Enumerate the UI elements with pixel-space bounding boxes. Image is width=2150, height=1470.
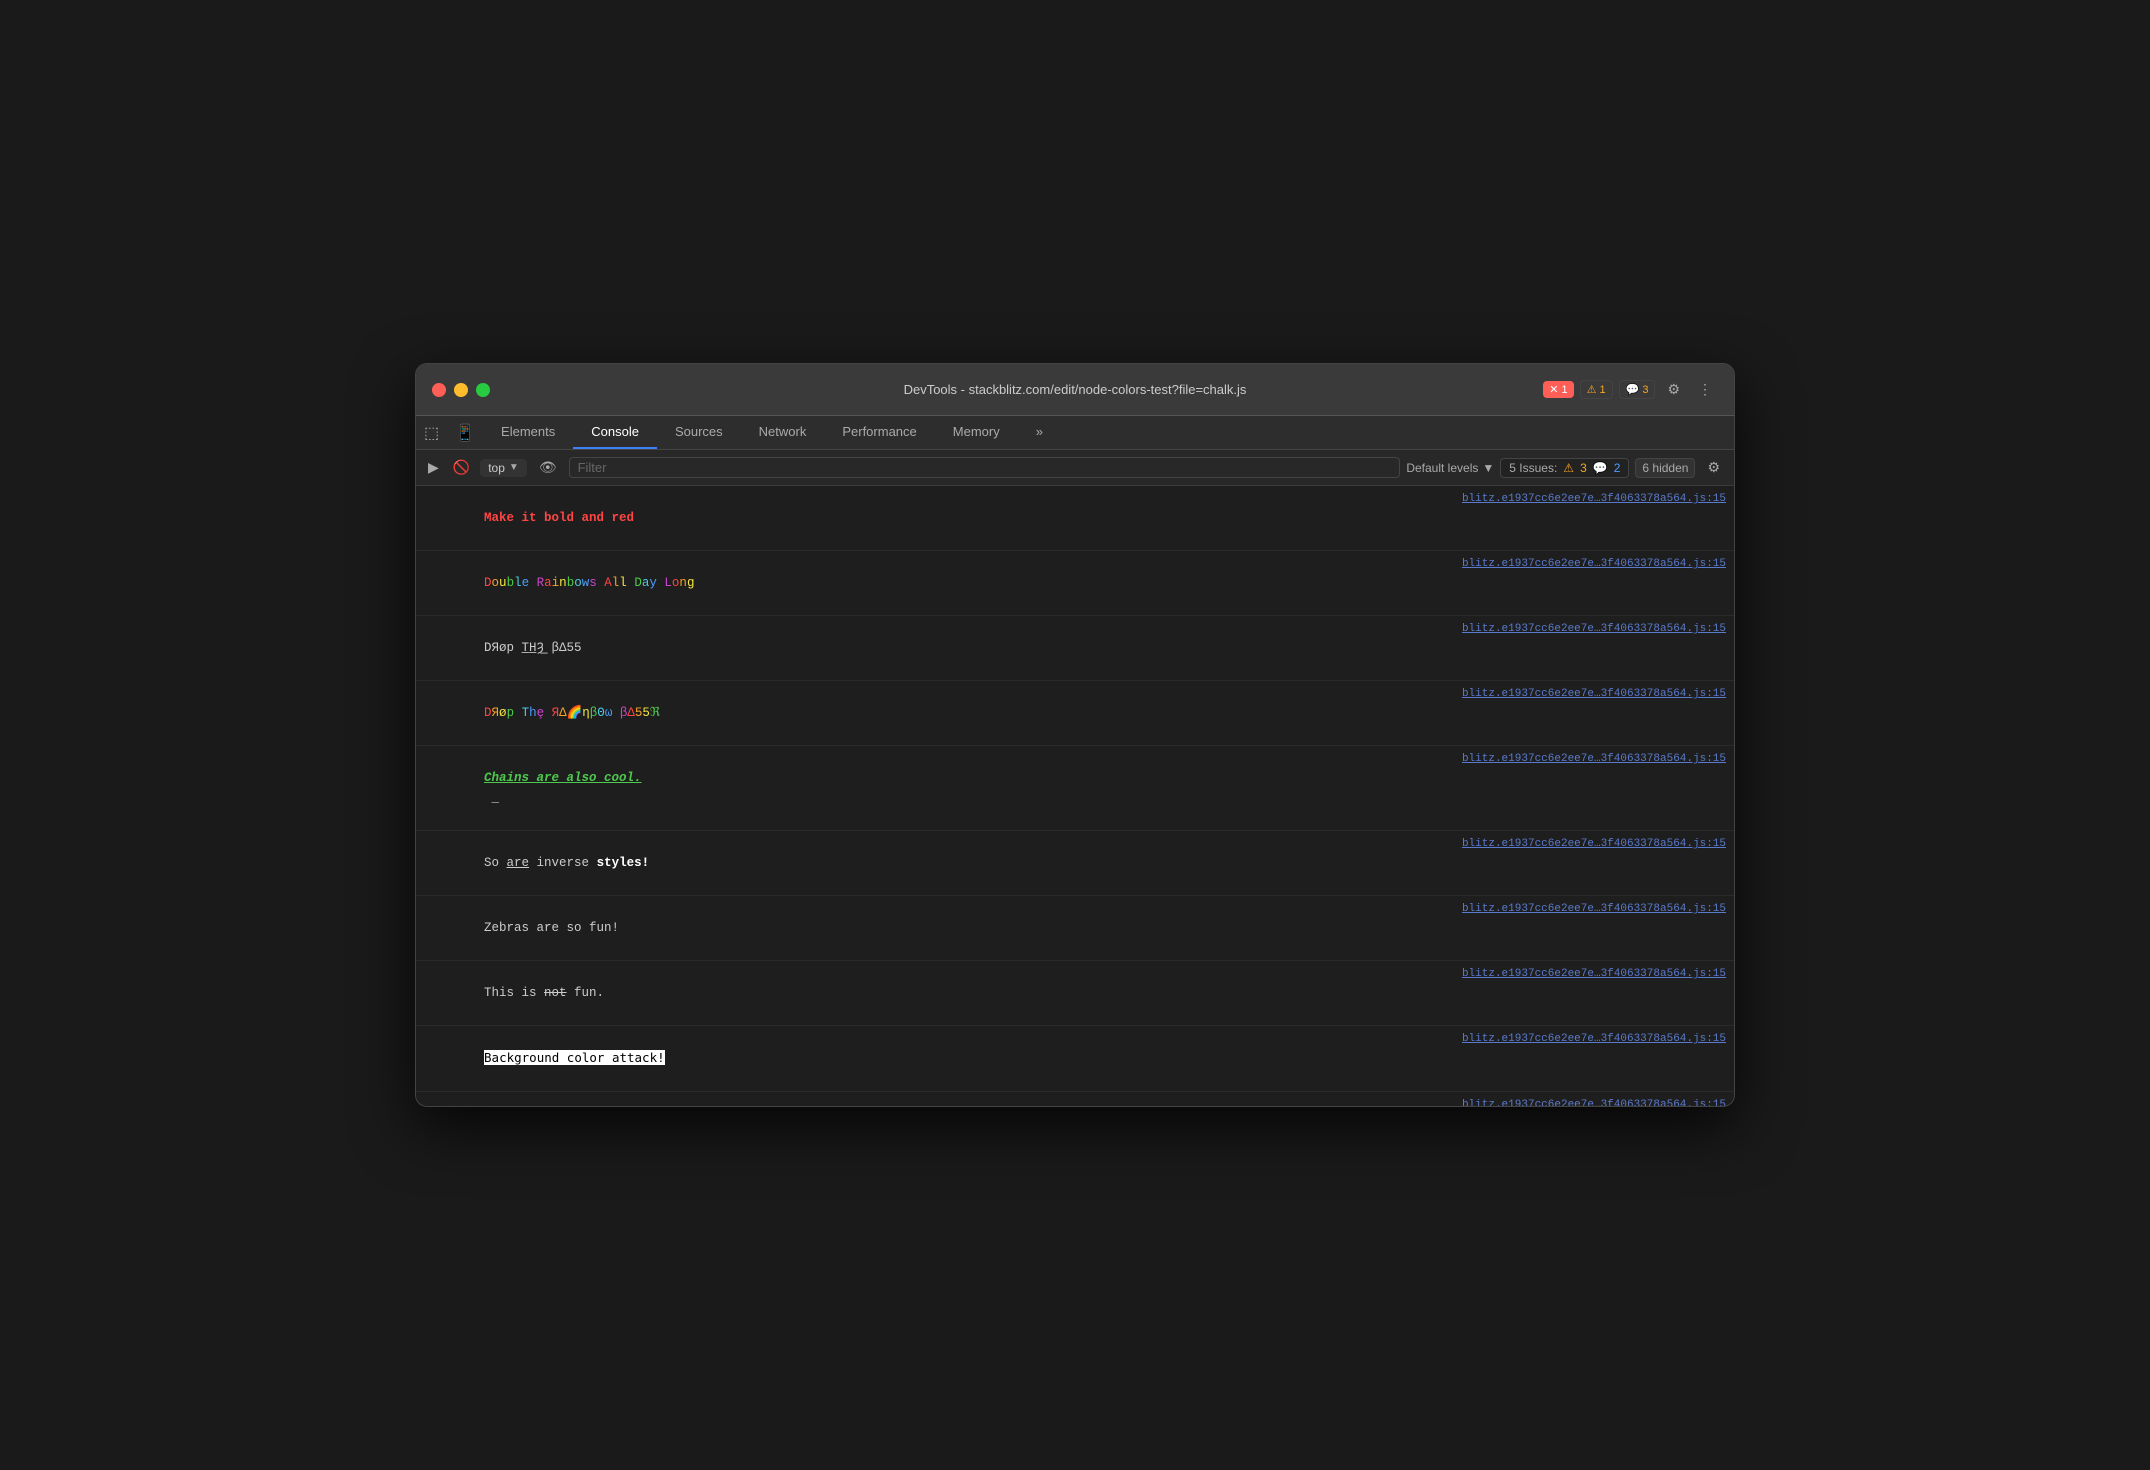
console-message: Make it bold and red	[424, 488, 1454, 548]
window-title: DevTools - stackblitz.com/edit/node-colo…	[904, 382, 1247, 397]
console-row: Double Rainbows All Day Long blitz.e1937…	[416, 551, 1734, 616]
warn-badge: ⚠ 1	[1580, 380, 1613, 399]
console-source[interactable]: blitz.e1937cc6e2ee7e…3f4063378a564.js:15	[1462, 968, 1726, 980]
tab-sources[interactable]: Sources	[657, 416, 741, 449]
clear-console-button[interactable]: 🚫	[449, 457, 474, 478]
hidden-count: 6 hidden	[1635, 458, 1695, 478]
console-source[interactable]: blitz.e1937cc6e2ee7e…3f4063378a564.js:15	[1462, 493, 1726, 505]
more-button[interactable]: ⋮	[1692, 377, 1718, 402]
console-source[interactable]: blitz.e1937cc6e2ee7e…3f4063378a564.js:15	[1462, 903, 1726, 915]
info-count-value: 3	[1642, 384, 1648, 396]
console-message: Chains are also cool. _	[424, 748, 1454, 828]
warn-issue-count: 3	[1580, 461, 1587, 475]
console-message: Zebras are so fun!	[424, 898, 1454, 958]
console-row: Background color attack! blitz.e1937cc6e…	[416, 1026, 1734, 1092]
info-issue-icon: 💬	[1593, 461, 1608, 475]
console-message: This is not fun.	[424, 963, 1454, 1023]
eye-filter-button[interactable]: 👁	[533, 455, 563, 480]
console-message: Use random styles on everything!	[424, 1094, 1454, 1106]
settings-button[interactable]: ⚙	[1661, 377, 1686, 402]
console-source[interactable]: blitz.e1937cc6e2ee7e…3f4063378a564.js:15	[1462, 558, 1726, 570]
console-source[interactable]: blitz.e1937cc6e2ee7e…3f4063378a564.js:15	[1462, 1033, 1726, 1045]
console-row: Make it bold and red blitz.e1937cc6e2ee7…	[416, 486, 1734, 551]
inspect-icon[interactable]: ⬚	[416, 419, 447, 447]
tab-memory[interactable]: Memory	[935, 416, 1018, 449]
tab-network[interactable]: Network	[741, 416, 825, 449]
console-message: So are inverse styles!	[424, 833, 1454, 893]
console-message: DЯøp T̲H̲Ȝ̲ βΔ55	[424, 618, 1454, 678]
warn-icon: ⚠	[1587, 383, 1597, 396]
execute-button[interactable]: ▶	[424, 457, 443, 478]
traffic-lights	[432, 383, 490, 397]
maximize-button[interactable]	[476, 383, 490, 397]
filter-container	[569, 457, 1401, 478]
console-message: Double Rainbows All Day Long	[424, 553, 1454, 613]
tab-performance[interactable]: Performance	[824, 416, 934, 449]
close-button[interactable]	[432, 383, 446, 397]
console-message: DЯøp Thȩ ЯΔ🌈ηβΘω βΔ55ℜ	[424, 683, 1454, 743]
error-count-value: 1	[1561, 384, 1567, 396]
warn-issue-icon: ⚠	[1563, 461, 1574, 475]
info-icon: 💬	[1626, 383, 1640, 396]
console-source[interactable]: blitz.e1937cc6e2ee7e…3f4063378a564.js:15	[1462, 623, 1726, 635]
filter-input[interactable]	[578, 460, 1392, 475]
console-row: So are inverse styles! blitz.e1937cc6e2e…	[416, 831, 1734, 896]
default-levels-button[interactable]: Default levels ▼	[1406, 461, 1494, 475]
console-source[interactable]: blitz.e1937cc6e2ee7e…3f4063378a564.js:15	[1462, 838, 1726, 850]
tab-bar: ⬚ 📱 Elements Console Sources Network Per…	[416, 416, 1734, 450]
filter-bar: ▶ 🚫 top ▼ 👁 Default levels ▼ 5 Issues: ⚠…	[416, 450, 1734, 486]
error-badge: ✕ 1	[1543, 381, 1573, 398]
console-row: Use random styles on everything! blitz.e…	[416, 1092, 1734, 1106]
context-chevron: ▼	[509, 462, 519, 473]
context-label: top	[488, 461, 505, 475]
info-badge: 💬 3	[1619, 380, 1656, 399]
console-message: Background color attack!	[424, 1028, 1454, 1089]
console-source[interactable]: blitz.e1937cc6e2ee7e…3f4063378a564.js:15	[1462, 1099, 1726, 1106]
error-icon: ✕	[1549, 383, 1558, 396]
tab-more[interactable]: »	[1018, 416, 1061, 449]
filter-settings-button[interactable]: ⚙	[1701, 455, 1726, 480]
context-selector[interactable]: top ▼	[480, 459, 527, 477]
issues-panel: 5 Issues: ⚠ 3 💬 2	[1500, 458, 1629, 478]
info-issue-count: 2	[1614, 461, 1621, 475]
tab-console[interactable]: Console	[573, 416, 657, 449]
levels-chevron: ▼	[1482, 461, 1494, 475]
toolbar-right-icons: ✕ 1 ⚠ 1 💬 3 ⚙ ⋮	[1543, 377, 1718, 402]
devtools-window: DevTools - stackblitz.com/edit/node-colo…	[415, 363, 1735, 1107]
console-row: This is not fun. blitz.e1937cc6e2ee7e…3f…	[416, 961, 1734, 1026]
console-source[interactable]: blitz.e1937cc6e2ee7e…3f4063378a564.js:15	[1462, 688, 1726, 700]
console-source[interactable]: blitz.e1937cc6e2ee7e…3f4063378a564.js:15	[1462, 753, 1726, 765]
console-row: Chains are also cool. _ blitz.e1937cc6e2…	[416, 746, 1734, 831]
console-output[interactable]: Make it bold and red blitz.e1937cc6e2ee7…	[416, 486, 1734, 1106]
console-row: DЯøp Thȩ ЯΔ🌈ηβΘω βΔ55ℜ blitz.e1937cc6e2e…	[416, 681, 1734, 746]
warn-count-value: 1	[1599, 384, 1605, 396]
console-row: DЯøp T̲H̲Ȝ̲ βΔ55 blitz.e1937cc6e2ee7e…3f…	[416, 616, 1734, 681]
error-counts: ✕ 1 ⚠ 1 💬 3	[1543, 380, 1655, 399]
console-row: Zebras are so fun! blitz.e1937cc6e2ee7e……	[416, 896, 1734, 961]
title-bar: DevTools - stackblitz.com/edit/node-colo…	[416, 364, 1734, 416]
minimize-button[interactable]	[454, 383, 468, 397]
tab-elements[interactable]: Elements	[483, 416, 573, 449]
device-toolbar-icon[interactable]: 📱	[447, 419, 483, 447]
